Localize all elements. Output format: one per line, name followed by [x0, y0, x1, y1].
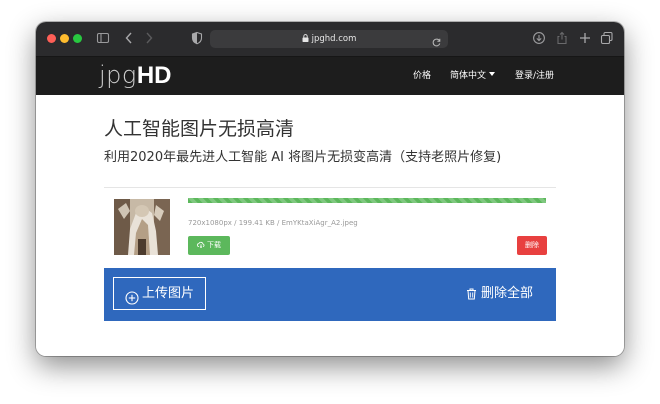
- upload-label: 上传图片: [142, 286, 195, 301]
- download-label: 下载: [207, 241, 221, 249]
- logo-text-bold: HD: [136, 62, 172, 89]
- sidebar-icon[interactable]: [96, 31, 110, 45]
- language-dropdown[interactable]: 简体中文: [450, 70, 496, 82]
- zoom-window-button[interactable]: [73, 34, 82, 43]
- logo-text-thin: jpg: [99, 61, 137, 89]
- upload-image-button[interactable]: 上传图片: [113, 277, 206, 310]
- page-title: 人工智能图片无损高清: [104, 118, 295, 140]
- new-tab-icon[interactable]: [579, 31, 591, 45]
- delete-button[interactable]: 删除: [517, 236, 547, 255]
- address-bar[interactable]: jpghd.com: [210, 30, 448, 48]
- site-navbar: jpgHD 价格 简体中文 登录/注册: [36, 57, 624, 95]
- url-text: jpghd.com: [311, 34, 357, 44]
- forward-icon[interactable]: [144, 31, 154, 45]
- page-subtitle: 利用2020年最先进人工智能 AI 将图片无损变高清（支持老照片修复): [104, 150, 502, 165]
- trash-icon: [466, 288, 477, 306]
- divider: [104, 187, 556, 188]
- image-thumbnail: [114, 199, 170, 255]
- back-icon[interactable]: [124, 31, 134, 45]
- shield-icon[interactable]: [191, 31, 203, 45]
- nav-price-link[interactable]: 价格: [413, 70, 431, 82]
- tab-overview-icon[interactable]: [600, 31, 613, 45]
- lock-icon: [302, 34, 309, 42]
- url-display: jpghd.com: [210, 33, 448, 45]
- browser-window: jpghd.com jpgHD 价格 简体中文 登录/注册 人工智能图片无损高清…: [36, 22, 624, 356]
- delete-all-label: 删除全部: [481, 286, 534, 301]
- nav-login-link[interactable]: 登录/注册: [515, 70, 554, 82]
- cloud-download-icon: [196, 241, 205, 249]
- reload-icon[interactable]: [431, 33, 442, 52]
- site-logo[interactable]: jpgHD: [99, 60, 171, 90]
- language-label: 简体中文: [450, 71, 487, 81]
- download-button[interactable]: 下载: [188, 236, 230, 255]
- file-meta: 720x1080px / 199.41 KB / EmYKtaXiAgr_A2.…: [188, 219, 358, 227]
- plus-circle-icon: [125, 286, 139, 317]
- upload-action-bar: 上传图片 删除全部: [104, 268, 556, 321]
- upload-progress-bar: [188, 198, 546, 203]
- browser-toolbar: jpghd.com: [36, 22, 624, 57]
- main-content: 人工智能图片无损高清 利用2020年最先进人工智能 AI 将图片无损变高清（支持…: [36, 95, 624, 356]
- download-icon[interactable]: [532, 31, 546, 45]
- close-window-button[interactable]: [47, 34, 56, 43]
- caret-down-icon: [489, 72, 496, 76]
- share-icon[interactable]: [556, 31, 568, 45]
- minimize-window-button[interactable]: [60, 34, 69, 43]
